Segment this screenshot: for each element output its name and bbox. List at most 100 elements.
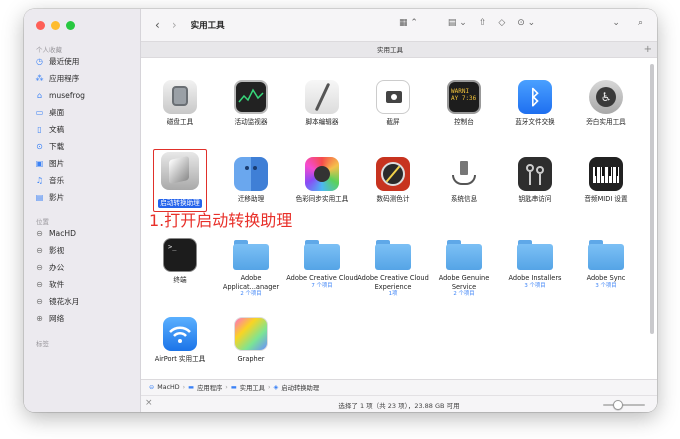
share-icon[interactable]: ⇧	[479, 18, 487, 28]
disk-icon: ⊖	[36, 246, 43, 255]
locations-section-title: 位置	[36, 218, 49, 226]
download-icon: ⊙	[36, 142, 43, 151]
app-console[interactable]: WARNI AY 7:36 控制台	[427, 80, 501, 127]
chevron-right-icon: ›	[182, 384, 186, 391]
app-terminal[interactable]: >_ 终端	[143, 238, 217, 285]
scrollbar[interactable]	[650, 64, 654, 334]
app-bluetooth-file-exchange[interactable]: ᛒ 蓝牙文件交换	[498, 80, 572, 127]
color-meter-icon	[376, 157, 410, 191]
bluetooth-icon: ᛒ	[518, 80, 552, 114]
app-colorsync-utility[interactable]: 色彩同步实用工具	[285, 157, 359, 204]
tab-utilities[interactable]: 实用工具	[141, 42, 639, 58]
keychain-icon	[518, 157, 552, 191]
forward-button[interactable]: ›	[172, 18, 177, 32]
app-disk-utility[interactable]: 磁盘工具	[143, 80, 217, 127]
folder-adobe-cc-experience[interactable]: Adobe Creative Cloud Experience 1项	[356, 238, 430, 298]
sidebar-item-video[interactable]: ⊖ 影视	[35, 244, 64, 257]
camera-icon	[376, 80, 410, 114]
path-item-boot-camp[interactable]: 启动转换助理	[281, 383, 319, 392]
sidebar-item-documents[interactable]: ▯ 文稿	[35, 123, 64, 136]
app-airport-utility[interactable]: AirPort 实用工具	[143, 317, 217, 364]
minimize-button[interactable]	[51, 21, 60, 30]
more-actions-icon[interactable]: ⊙ ⌄	[517, 18, 535, 28]
zoom-button[interactable]	[66, 21, 75, 30]
boot-camp-icon	[161, 152, 199, 190]
icon-size-slider[interactable]	[603, 400, 645, 410]
disk-icon: ⊖	[36, 297, 43, 306]
folder-icon	[588, 240, 624, 270]
close-button[interactable]	[36, 21, 45, 30]
console-icon: WARNI AY 7:36	[447, 80, 481, 114]
chevron-right-icon: ›	[267, 384, 271, 391]
disk-icon: ⊖	[36, 280, 43, 289]
app-migration-assistant[interactable]: 迁移助理	[214, 157, 288, 204]
folder-adobe-creative-cloud[interactable]: Adobe Creative Cloud 7 个项目	[285, 238, 359, 290]
console-text: WARNI AY 7:36	[451, 88, 477, 102]
disk-utility-icon	[163, 80, 197, 114]
instruction-annotation: 1.打开启动转换助理	[149, 211, 293, 230]
voiceover-icon: ♿	[589, 80, 623, 114]
status-text: 选择了 1 项（共 23 项），23.88 GB 可用	[338, 402, 460, 410]
folder-icon	[233, 240, 269, 270]
folder-adobe-application-manager[interactable]: Adobe Applicat...anager 2 个项目	[214, 238, 288, 298]
folder-icon	[375, 240, 411, 270]
sidebar-item-desktop[interactable]: ▭ 桌面	[35, 106, 64, 119]
disk-icon: ⊖	[36, 229, 43, 238]
folder-icon: ▬	[230, 384, 237, 391]
view-mode-icon[interactable]: ▦ ⌃	[399, 18, 418, 28]
path-item-utilities[interactable]: 实用工具	[240, 383, 265, 392]
folder-adobe-genuine-service[interactable]: Adobe Genuine Service 2 个项目	[427, 238, 501, 298]
path-bar: ⊖ MacHD › ▬ 应用程序 › ▬ 实用工具 › ◈ 启动转换助理	[141, 379, 657, 395]
sidebar-item-music[interactable]: ♫ 音乐	[35, 174, 64, 187]
music-icon: ♫	[35, 176, 44, 185]
app-voiceover-utility[interactable]: ♿ 旁白实用工具	[569, 80, 643, 127]
folder-adobe-installers[interactable]: Adobe Installers 3 个项目	[498, 238, 572, 290]
sidebar-item-home[interactable]: ⌂ musefrog	[35, 89, 85, 102]
app-digital-color-meter[interactable]: 数码测色计	[356, 157, 430, 204]
midi-keyboard-icon	[589, 157, 623, 191]
app-screenshot[interactable]: 截屏	[356, 80, 430, 127]
sidebar-item-applications[interactable]: ⁂ 应用程序	[35, 72, 80, 85]
sidebar-item-network[interactable]: ⊕ 网络	[35, 312, 64, 325]
chevron-down-icon[interactable]: ⌄	[612, 18, 620, 28]
search-icon[interactable]: ⌕	[638, 18, 643, 28]
sidebar-item-pictures[interactable]: ▣ 图片	[35, 157, 64, 170]
photo-icon: ▣	[35, 159, 44, 168]
folder-adobe-sync[interactable]: Adobe Sync 3 个项目	[569, 238, 643, 290]
app-activity-monitor[interactable]: 活动监视器	[214, 80, 288, 127]
path-item-machd[interactable]: MacHD	[157, 384, 179, 391]
wifi-icon	[163, 317, 197, 351]
group-icon[interactable]: ▤ ⌄	[448, 18, 467, 28]
slider-knob[interactable]	[613, 400, 623, 410]
selection-highlight: 启动转换助理	[153, 149, 207, 212]
sidebar-item-recents[interactable]: ◷ 最近使用	[35, 55, 79, 68]
new-tab-button[interactable]: +	[644, 42, 652, 57]
finder-window: 个人收藏 ◷ 最近使用 ⁂ 应用程序 ⌂ musefrog ▭ 桌面 ▯ 文稿 ⊙ 下载 ▣…	[24, 9, 657, 412]
terminal-icon: >_	[163, 238, 197, 272]
favorites-section-title: 个人收藏	[36, 46, 62, 54]
sidebar-item-movies[interactable]: ▤ 影片	[35, 191, 64, 204]
path-item-applications[interactable]: 应用程序	[197, 383, 222, 392]
app-icon: ◈	[273, 384, 279, 391]
document-icon: ▯	[37, 125, 42, 134]
app-audio-midi-setup[interactable]: 音频MIDI 设置	[569, 157, 643, 204]
script-editor-icon	[305, 80, 339, 114]
app-keychain-access[interactable]: 钥匙串访问	[498, 157, 572, 204]
film-icon: ▤	[35, 193, 44, 202]
app-boot-camp-assistant[interactable]: 启动转换助理	[141, 149, 219, 212]
sidebar-item-jinghua[interactable]: ⊖ 镜花水月	[35, 295, 79, 308]
app-grapher[interactable]: Grapher	[214, 317, 288, 364]
sidebar-item-office[interactable]: ⊖ 办公	[35, 261, 64, 274]
sidebar-item-software[interactable]: ⊖ 软件	[35, 278, 64, 291]
back-button[interactable]: ‹	[155, 18, 160, 32]
app-script-editor[interactable]: 脚本编辑器	[285, 80, 359, 127]
sidebar: 个人收藏 ◷ 最近使用 ⁂ 应用程序 ⌂ musefrog ▭ 桌面 ▯ 文稿 ⊙ 下载 ▣…	[24, 9, 141, 412]
disk-icon: ⊖	[36, 263, 43, 272]
sidebar-item-downloads[interactable]: ⊙ 下载	[35, 140, 64, 153]
desktop-icon: ▭	[35, 108, 44, 117]
tag-icon[interactable]: ◇	[498, 18, 505, 28]
sidebar-item-machd[interactable]: ⊖ MacHD	[35, 227, 76, 240]
migration-assistant-icon	[234, 157, 268, 191]
app-system-information[interactable]: 系统信息	[427, 157, 501, 204]
window-controls	[36, 21, 75, 30]
